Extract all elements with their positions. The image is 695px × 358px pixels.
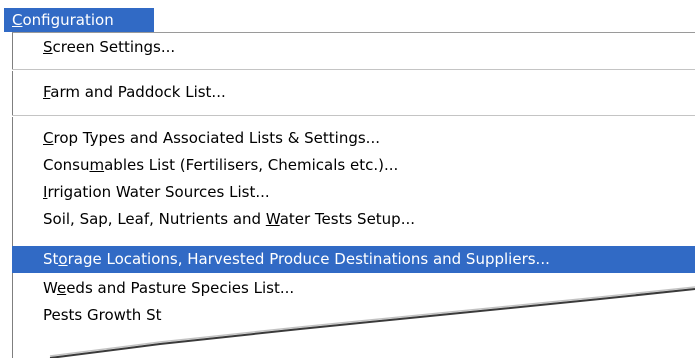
item-text-pre: St — [43, 250, 59, 268]
menu-separator — [12, 69, 695, 71]
title-accel: C — [12, 11, 23, 29]
item-text-post: ater Tests Setup... — [279, 210, 416, 228]
item-text-pre: W — [43, 279, 57, 297]
configuration-menu-title[interactable]: Configuration — [4, 8, 154, 32]
item-accel: e — [56, 279, 67, 297]
menu-item-tests-setup[interactable]: Soil, Sap, Leaf, Nutrients and Water Tes… — [12, 206, 695, 233]
item-text-post: rop Types and Associated Lists & Setting… — [53, 129, 380, 147]
item-accel: W — [265, 210, 280, 228]
item-text-post: arm and Paddock List... — [50, 83, 226, 101]
item-text-pre: Soil, Sap, Leaf, Nutrients and — [43, 210, 266, 228]
menu-item-screen-settings[interactable]: Screen Settings... — [12, 34, 695, 61]
item-text-pre: Consu — [43, 156, 90, 174]
item-text-post: ables List (Fertilisers, Chemicals etc.)… — [104, 156, 399, 174]
menu-item-crop-types[interactable]: Crop Types and Associated Lists & Settin… — [12, 125, 695, 152]
item-accel: S — [43, 38, 53, 56]
menu-item-storage-locations[interactable]: Storage Locations, Harvested Produce Des… — [12, 246, 695, 273]
item-text-post: rage Locations, Harvested Produce Destin… — [67, 250, 550, 268]
menu-separator — [12, 115, 695, 117]
item-text-post: creen Settings... — [52, 38, 176, 56]
menu-item-farm-paddock-list[interactable]: Farm and Paddock List... — [12, 79, 695, 106]
item-accel: o — [58, 250, 68, 268]
item-text-post: rrigation Water Sources List... — [47, 183, 270, 201]
menu-item-weeds-pasture-species[interactable]: Weeds and Pasture Species List... — [12, 275, 695, 302]
menu-item-consumables-list[interactable]: Consumables List (Fertilisers, Chemicals… — [12, 152, 695, 179]
item-accel: C — [43, 129, 54, 147]
item-text-pre: Pests Growth St — [43, 306, 162, 324]
menu-item-irrigation-water-sources[interactable]: Irrigation Water Sources List... — [12, 179, 695, 206]
item-text-post: eds and Pasture Species List... — [66, 279, 295, 297]
menu-item-pests-growth[interactable]: Pests Growth St — [12, 302, 695, 329]
title-post: onfiguration — [22, 11, 114, 29]
item-accel: m — [89, 156, 105, 174]
